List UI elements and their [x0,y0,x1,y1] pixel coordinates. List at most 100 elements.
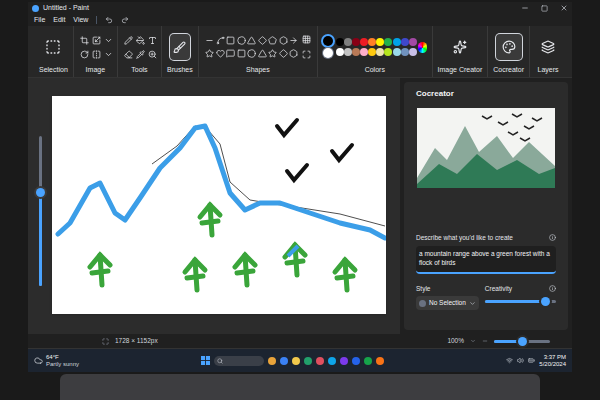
resize-icon[interactable] [90,34,102,46]
palette-swatch[interactable] [401,38,409,46]
app-icon[interactable] [352,357,360,365]
redo-icon[interactable] [121,16,129,24]
palette-swatch[interactable] [336,38,344,46]
shape-icon[interactable] [246,35,258,47]
palette-swatch[interactable] [393,48,401,56]
info-icon[interactable] [549,285,556,292]
current-color[interactable] [323,48,333,58]
canvas[interactable] [52,96,386,314]
shape-icon[interactable] [214,35,226,47]
info-icon[interactable] [549,234,556,241]
app-icon[interactable] [280,357,288,365]
minimize-icon[interactable] [521,4,529,12]
palette-swatch[interactable] [352,38,360,46]
zoom-value[interactable]: 100% [447,336,464,346]
style-dropdown[interactable]: No Selection [416,296,479,310]
layers-icon[interactable] [541,40,555,54]
shape-icon[interactable] [256,35,268,47]
shape-icon[interactable] [288,35,300,47]
cocreator-toggle[interactable] [496,34,522,60]
maximize-icon[interactable] [541,5,548,12]
magnifier-icon[interactable] [146,48,158,60]
brush-size-slider[interactable] [39,136,42,286]
flip-icon[interactable] [90,48,102,60]
prompt-field[interactable]: a mountain range above a green forest wi… [416,246,556,274]
current-color[interactable] [323,36,333,46]
palette-swatch[interactable] [336,48,344,56]
chevron-icon[interactable] [102,48,114,60]
shape-icon[interactable] [288,48,300,60]
windows-logo-icon[interactable] [201,356,210,365]
close-icon[interactable] [560,4,568,12]
shape-icon[interactable] [277,48,289,60]
image-creator-icon[interactable] [453,40,467,54]
picker-icon-glyph [136,50,145,59]
palette-swatch[interactable] [409,48,417,56]
wifi-icon[interactable] [506,357,513,364]
shape-icon[interactable] [204,48,216,60]
shape-icon[interactable] [256,48,268,60]
app-icon[interactable] [376,357,384,365]
menu-item[interactable]: Edit [53,15,65,26]
menu-item[interactable]: View [73,15,88,26]
weather-widget[interactable]: 64°FPartly sunny [34,354,79,368]
shape-icon[interactable] [267,35,279,47]
palette-swatch[interactable] [344,48,352,56]
menu-item[interactable]: File [34,15,45,26]
palette-swatch[interactable] [360,38,368,46]
palette-swatch[interactable] [376,48,384,56]
app-icon[interactable] [328,357,336,365]
brush-tool[interactable] [170,34,190,60]
fill-style-icon[interactable] [300,49,312,61]
app-icon[interactable] [304,357,312,365]
zoom-slider[interactable] [494,340,550,343]
app-icon[interactable] [268,357,276,365]
palette-swatch[interactable] [344,38,352,46]
pencil-icon[interactable] [123,34,135,46]
taskbar-search[interactable] [214,356,264,366]
shape-icon[interactable] [235,48,247,60]
clock[interactable]: 3:37 PM5/20/2024 [539,354,566,368]
app-icon[interactable] [316,357,324,365]
canvas-drawing[interactable] [52,96,386,314]
undo-icon[interactable] [105,16,113,24]
palette-swatch[interactable] [368,48,376,56]
palette-swatch[interactable] [368,38,376,46]
palette-swatch[interactable] [352,48,360,56]
outline-icon[interactable] [300,34,312,46]
chevron-icon[interactable] [102,34,114,46]
shape-icon[interactable] [267,48,279,60]
app-icon[interactable] [364,357,372,365]
shape-icon[interactable] [214,48,226,60]
palette-swatch[interactable] [393,38,401,46]
shape-icon[interactable] [277,35,289,47]
palette-swatch[interactable] [409,38,417,46]
zoom-out-icon[interactable] [482,338,488,344]
palette-swatch[interactable] [384,38,392,46]
text-icon[interactable] [146,34,158,46]
creativity-slider[interactable] [485,300,556,303]
app-icon[interactable] [292,357,300,365]
generated-preview[interactable] [417,108,555,188]
chevron-down-icon[interactable] [470,338,476,344]
shape-icon[interactable] [225,35,237,47]
crop-icon[interactable] [79,34,91,46]
shape-icon[interactable] [235,35,247,47]
shape-icon[interactable] [246,48,258,60]
palette-swatch[interactable] [401,48,409,56]
palette-swatch[interactable] [360,48,368,56]
color-picker-icon[interactable] [418,42,427,53]
picker-icon[interactable] [135,48,147,60]
rotate-icon[interactable] [79,48,91,60]
selection-icon[interactable] [45,39,61,55]
volume-icon[interactable] [517,357,524,364]
shape-icon[interactable] [225,48,237,60]
palette-swatch[interactable] [384,48,392,56]
app-icon[interactable] [340,357,348,365]
eraser-icon[interactable] [123,48,135,60]
style-thumb-icon [419,300,426,307]
fill-icon[interactable] [135,34,147,46]
shape-icon[interactable] [204,35,216,47]
palette-swatch[interactable] [376,38,384,46]
battery-icon[interactable] [528,357,535,364]
